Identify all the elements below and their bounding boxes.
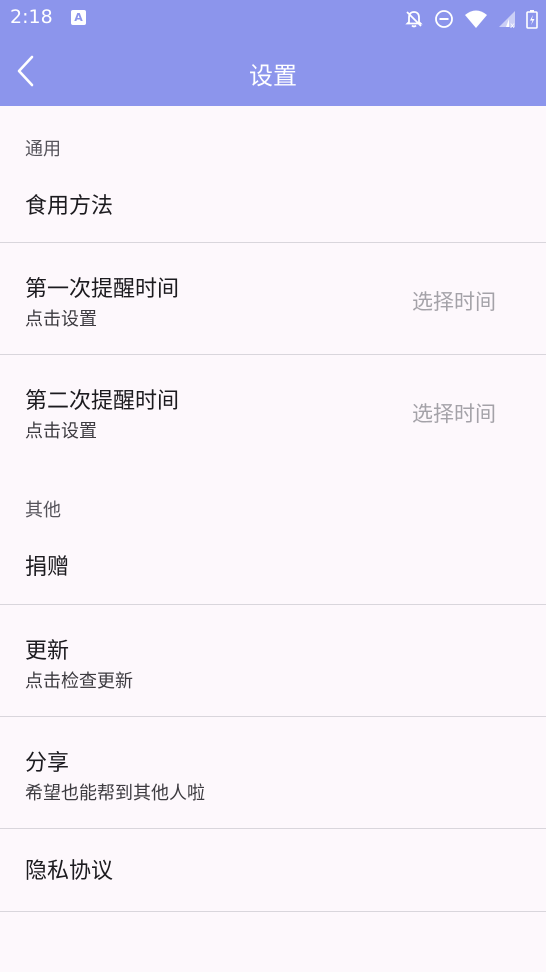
update-summary: 点击检查更新 xyxy=(25,671,133,692)
usage-label: 食用方法 xyxy=(25,194,114,219)
first-reminder-time-value: 选择时间 xyxy=(412,290,496,314)
wifi-icon xyxy=(465,10,487,28)
do-not-disturb-icon xyxy=(435,10,453,28)
share-row[interactable]: 分享 希望也能帮到其他人啦 xyxy=(0,717,546,828)
second-reminder-summary: 点击设置 xyxy=(25,421,97,442)
section-header-other: 其他 xyxy=(25,500,61,521)
status-icons: x xyxy=(404,8,538,30)
update-label: 更新 xyxy=(25,639,70,664)
battery-charging-icon xyxy=(526,10,538,29)
svg-text:x: x xyxy=(510,21,515,29)
page-title: 设置 xyxy=(249,62,297,90)
first-reminder-label: 第一次提醒时间 xyxy=(25,277,180,302)
first-reminder-summary: 点击设置 xyxy=(25,309,97,330)
second-reminder-time-value: 选择时间 xyxy=(412,402,496,426)
section-header-general: 通用 xyxy=(25,139,61,160)
donate-row[interactable]: 捐赠 xyxy=(0,531,546,603)
update-row[interactable]: 更新 点击检查更新 xyxy=(0,605,546,716)
divider xyxy=(0,911,546,912)
usage-row[interactable]: 食用方法 xyxy=(0,170,546,242)
status-bar: 2:18 A x xyxy=(0,0,546,36)
notifications-off-icon xyxy=(405,11,423,28)
signal-icon: x xyxy=(499,11,515,29)
second-reminder-row[interactable]: 第二次提醒时间 点击设置 选择时间 xyxy=(0,355,546,466)
app-bar: 设置 xyxy=(0,36,546,106)
first-reminder-row[interactable]: 第一次提醒时间 点击设置 选择时间 xyxy=(0,243,546,354)
status-time: 2:18 xyxy=(10,6,53,28)
donate-label: 捐赠 xyxy=(25,555,70,580)
share-summary: 希望也能帮到其他人啦 xyxy=(25,783,205,804)
privacy-row[interactable]: 隐私协议 xyxy=(0,829,546,911)
a-notification-icon: A xyxy=(71,10,86,25)
second-reminder-label: 第二次提醒时间 xyxy=(25,389,180,414)
privacy-label: 隐私协议 xyxy=(25,859,114,884)
share-label: 分享 xyxy=(25,751,70,776)
